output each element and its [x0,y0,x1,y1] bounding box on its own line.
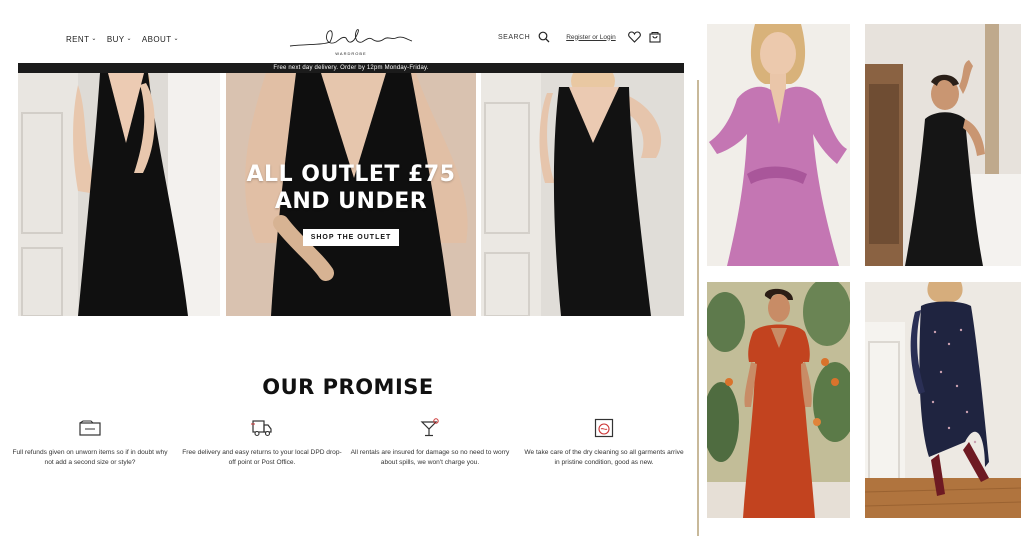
lookbook-photo-navy-dress[interactable] [865,282,1021,518]
nav-buy-label: BUY [106,35,125,44]
delivery-truck-icon [182,416,342,440]
washing-machine-icon [524,416,684,440]
logo-script-mark [289,29,413,47]
wishlist-heart-icon[interactable] [627,31,641,43]
header-actions: SEARCH Register or Login [498,31,661,43]
hero-banner[interactable]: ALL OUTLET £75 AND UNDER SHOP THE OUTLET [18,73,684,316]
cocktail-glass-icon [350,416,510,440]
search-label[interactable]: SEARCH [498,34,530,41]
nav-rent[interactable]: RENT ⌄ [66,35,97,44]
lookbook-photo-red-dress[interactable] [707,282,850,518]
hero-photo-right [481,73,684,316]
gold-divider [697,80,699,536]
hero-photo-left [18,73,220,316]
promise-text-delivery: Free delivery and easy returns to your l… [182,449,342,466]
shop-the-outlet-button[interactable]: SHOP THE OUTLET [303,229,399,246]
promise-text-cleaning: We take care of the dry cleaning so all … [524,449,684,466]
wardrobe-icon [10,416,170,440]
nav-rent-label: RENT [66,35,90,44]
register-login-link[interactable]: Register or Login [566,34,616,41]
announcement-bar: Free next day delivery. Order by 12pm Mo… [18,63,684,73]
chevron-down-icon: ⌄ [173,36,179,42]
hero-headline: ALL OUTLET £75 AND UNDER [226,161,476,215]
chevron-down-icon: ⌄ [91,36,97,42]
promise-text-refunds: Full refunds given on unworn items so if… [12,449,168,466]
hero-headline-line2: AND UNDER [274,189,428,214]
promise-item-refunds: Full refunds given on unworn items so if… [10,416,170,467]
hero-headline-line1: ALL OUTLET £75 [246,162,456,187]
shopping-bag-icon[interactable] [649,31,661,43]
promise-heading: OUR PROMISE [262,375,434,399]
promise-item-cleaning: We take care of the dry cleaning so all … [524,416,684,467]
nav-buy[interactable]: BUY ⌄ [107,35,132,44]
promise-text-insurance: All rentals are insured for damage so no… [350,449,510,466]
logo-wordmark: WARDROBE [335,51,367,56]
promise-item-delivery: Free delivery and easy returns to your l… [182,416,342,467]
promise-item-insurance: All rentals are insured for damage so no… [350,416,510,467]
search-icon[interactable] [538,31,550,43]
site-logo[interactable]: WARDROBE [288,24,414,58]
nav-about-label: ABOUT [141,35,172,44]
lookbook-photo-pink-dress[interactable] [707,24,850,266]
nav-about[interactable]: ABOUT ⌄ [142,35,179,44]
chevron-down-icon: ⌄ [126,36,132,42]
lookbook-photo-black-dress[interactable] [865,24,1021,266]
site-header: RENT ⌄ BUY ⌄ ABOUT ⌄ WARDROBE SEARCH Reg… [18,22,684,62]
main-nav: RENT ⌄ BUY ⌄ ABOUT ⌄ [66,35,179,44]
